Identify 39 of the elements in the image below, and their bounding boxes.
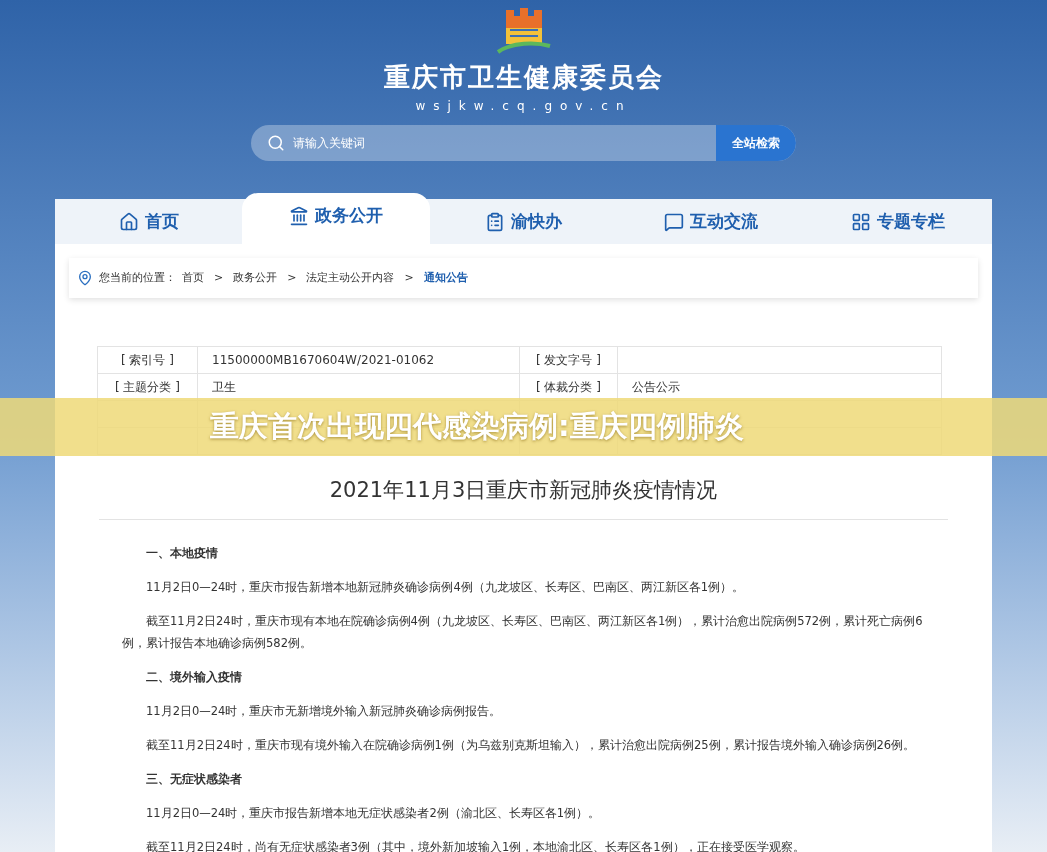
paragraph: 11月2日0—24时，重庆市报告新增本地新冠肺炎确诊病例4例（九龙坡区、长寿区、巴南区、两江新区各1例）。: [145, 578, 746, 596]
search-field[interactable]: 请输入关键词 全站检索: [251, 125, 796, 161]
paragraph: 截至11月2日24时，重庆市现有本地在院确诊病例4例（九龙坡区、长寿区、巴南区、两江新区各1例），累计治愈出院病例572例，累计死亡病例6例，累计报告本地确诊病例582例。: [122, 612, 924, 652]
breadcrumb-separator: >: [214, 269, 224, 286]
grid-icon: [851, 211, 872, 232]
breadcrumb-label: 您当前的位置：: [99, 269, 176, 286]
breadcrumb-separator: >: [404, 269, 414, 286]
breadcrumb-link[interactable]: 首页: [182, 269, 204, 287]
search-button[interactable]: 全站检索: [716, 125, 796, 161]
article-title: 2021年11月3日重庆市新冠肺炎疫情情况: [99, 475, 948, 520]
breadcrumb-link[interactable]: 通知公告: [423, 269, 468, 287]
table-label: [ 发文字号 ]: [519, 346, 618, 374]
breadcrumb-separator: >: [287, 269, 297, 286]
paragraph: 截至11月2日24时，尚有无症状感染者3例（其中，境外新加坡输入1例，本地渝北区、长寿区各1例），正在接受医学观察。: [145, 838, 806, 852]
paragraph: 11月2日0—24时，重庆市报告新增本地无症状感染者2例（渝北区、长寿区各1例）。: [145, 804, 602, 822]
bank-icon: [289, 205, 310, 226]
breadcrumb-link[interactable]: 政务公开: [233, 269, 278, 287]
site-domain: wsjkw.cq.gov.cn: [415, 98, 632, 115]
section-heading: 三、无症状感染者: [145, 770, 243, 788]
breadcrumb-link[interactable]: 法定主动公开内容: [306, 269, 395, 287]
table-label: [ 索引号 ]: [97, 346, 198, 374]
nav-tab[interactable]: 专题专栏: [804, 199, 993, 244]
nav-tab[interactable]: 互动交流: [617, 199, 805, 244]
search-icon: [267, 134, 285, 152]
chat-icon: [663, 211, 684, 232]
location-pin-icon: [77, 270, 93, 286]
overlay-banner: 重庆首次出现四代感染病例:重庆四例肺炎: [0, 398, 1047, 456]
home-icon: [118, 211, 139, 232]
section-heading: 一、本地疫情: [145, 544, 219, 562]
section-heading: 二、境外输入疫情: [145, 668, 243, 686]
paragraph: 11月2日0—24时，重庆市无新增境外输入新冠肺炎确诊病例报告。: [145, 702, 503, 720]
clipboard-icon: [485, 211, 505, 232]
nav-tab[interactable]: 政务公开: [242, 193, 430, 244]
site-title: 重庆市卫生健康委员会: [383, 61, 664, 94]
nav-tab[interactable]: 渝快办: [429, 199, 618, 244]
table-cell: 11500000MB1670604W/2021-01062: [197, 346, 520, 374]
logo-icon: [495, 6, 552, 54]
nav-tab[interactable]: 首页: [55, 199, 243, 244]
paragraph: 截至11月2日24时，重庆市现有境外输入在院确诊病例1例（为乌兹别克斯坦输入），累计治愈出院病例25例，累计报告境外输入确诊病例26例。: [145, 736, 917, 754]
